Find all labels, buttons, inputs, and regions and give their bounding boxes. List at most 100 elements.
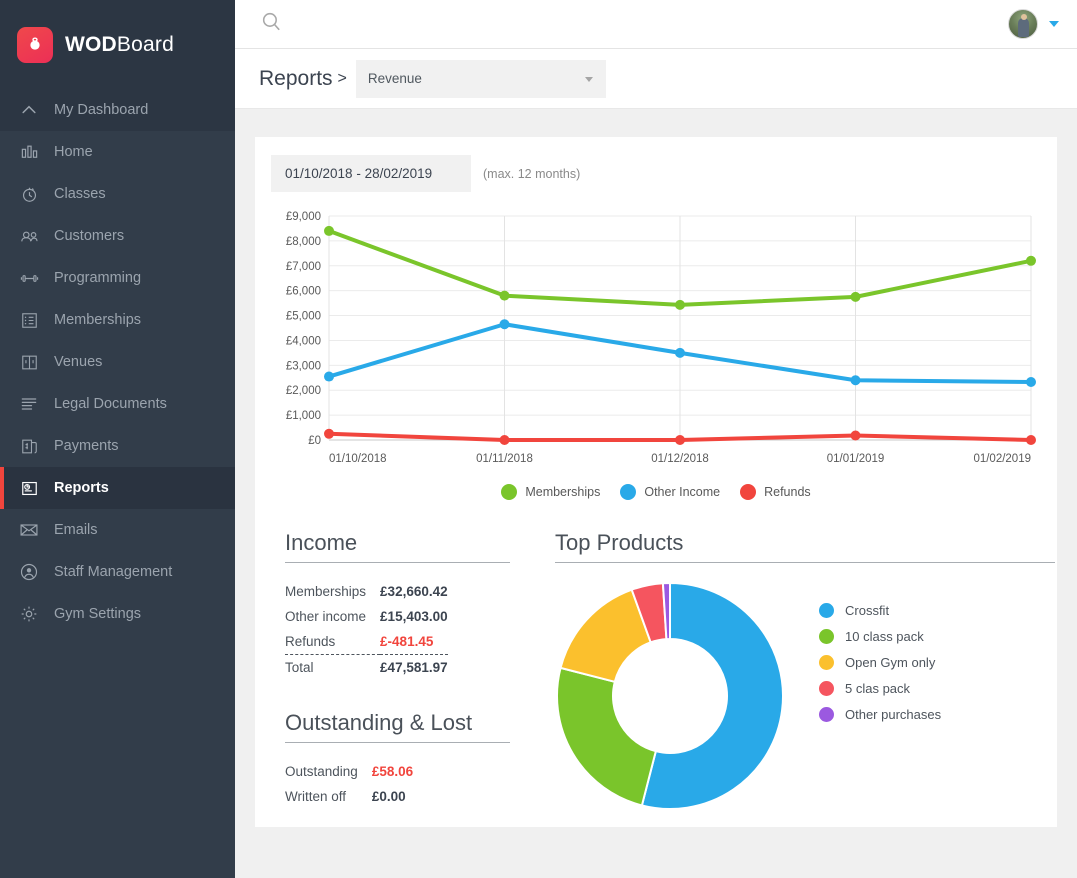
sidebar-item-payments[interactable]: Payments xyxy=(0,425,235,467)
list-card-icon xyxy=(18,309,40,331)
top-products-title: Top Products xyxy=(555,530,1055,563)
chart-y-tick-labels: £0£1,000£2,000£3,000£4,000£5,000£6,000£7… xyxy=(286,211,321,447)
document-lines-icon xyxy=(18,393,40,415)
sidebar-item-label: Customers xyxy=(54,228,124,244)
date-range-input[interactable]: 01/10/2018 - 28/02/2019 xyxy=(271,155,471,192)
data-point xyxy=(500,319,510,329)
x-tick-label: 01/11/2018 xyxy=(476,453,533,465)
legend-color-dot xyxy=(620,484,636,500)
sidebar-item-label: Gym Settings xyxy=(54,606,141,622)
sidebar-item-label: Memberships xyxy=(54,312,141,328)
x-tick-label: 01/10/2018 xyxy=(329,453,387,465)
donut-legend: Crossfit 10 class pack Open Gym only 5 clas… xyxy=(819,581,941,722)
y-tick-label: £4,000 xyxy=(286,335,321,347)
avatar[interactable] xyxy=(1008,9,1038,39)
legend-label: 5 clas pack xyxy=(845,681,910,696)
data-point xyxy=(324,226,334,236)
envelope-icon xyxy=(18,519,40,541)
row-value: £58.06 xyxy=(372,759,413,784)
sidebar-item-classes[interactable]: Classes xyxy=(0,173,235,215)
sidebar-item-customers[interactable]: Customers xyxy=(0,215,235,257)
donut-legend-item[interactable]: Open Gym only xyxy=(819,655,941,670)
chevron-up-icon xyxy=(18,99,40,121)
data-point xyxy=(500,435,510,445)
sidebar-item-label: My Dashboard xyxy=(54,102,148,118)
sidebar-item-emails[interactable]: Emails xyxy=(0,509,235,551)
brand-light: Board xyxy=(117,33,174,56)
y-tick-label: £1,000 xyxy=(286,410,321,422)
data-point xyxy=(324,429,334,439)
legend-label: Open Gym only xyxy=(845,655,935,670)
row-label: Refunds xyxy=(285,629,380,655)
invoice-icon xyxy=(18,435,40,457)
legend-color-dot xyxy=(740,484,756,500)
users-icon xyxy=(18,225,40,247)
y-tick-label: £7,000 xyxy=(286,261,321,273)
building-icon xyxy=(18,351,40,373)
y-tick-label: £6,000 xyxy=(286,286,321,298)
y-tick-label: £0 xyxy=(308,435,321,447)
donut-legend-item[interactable]: 5 clas pack xyxy=(819,681,941,696)
sidebar-item-memberships[interactable]: Memberships xyxy=(0,299,235,341)
report-pie-icon xyxy=(18,477,40,499)
x-tick-label: 01/12/2018 xyxy=(651,453,709,465)
table-row: Other income £15,403.00 xyxy=(285,604,448,629)
data-point xyxy=(1026,435,1036,445)
sidebar-item-reports[interactable]: Reports xyxy=(0,467,235,509)
legend-item[interactable]: Other Income xyxy=(620,484,720,500)
data-point xyxy=(675,300,685,310)
sidebar-item-home[interactable]: Home xyxy=(0,131,235,173)
legend-label: Memberships xyxy=(525,485,600,499)
brand-logo-block[interactable]: WODBoard xyxy=(0,0,235,89)
legend-color-dot xyxy=(819,603,834,618)
donut-legend-item[interactable]: Crossfit xyxy=(819,603,941,618)
y-tick-label: £5,000 xyxy=(286,311,321,323)
donut-slices xyxy=(557,583,783,809)
top-products-column: Top Products Crossfit 10 class pack Open G… xyxy=(541,530,1055,811)
top-bar xyxy=(235,0,1077,49)
data-point xyxy=(324,372,334,382)
row-label: Memberships xyxy=(285,579,380,604)
breadcrumb-root[interactable]: Reports xyxy=(259,67,333,91)
data-point xyxy=(1026,377,1036,387)
sidebar-item-label: Venues xyxy=(54,354,102,370)
sidebar-item-legal-documents[interactable]: Legal Documents xyxy=(0,383,235,425)
sidebar-item-staff-management[interactable]: Staff Management xyxy=(0,551,235,593)
kettlebell-icon xyxy=(17,27,53,63)
revenue-report-card: 01/10/2018 - 28/02/2019 (max. 12 months)… xyxy=(255,137,1057,827)
legend-color-dot xyxy=(819,629,834,644)
lower-panels: Income Memberships £32,660.42 Other inco… xyxy=(271,530,1041,811)
sidebar-item-my-dashboard[interactable]: My Dashboard xyxy=(0,89,235,131)
bar-chart-icon xyxy=(18,141,40,163)
sidebar-item-programming[interactable]: Programming xyxy=(0,257,235,299)
breadcrumb-separator: > xyxy=(338,70,347,88)
total-value: £47,581.97 xyxy=(380,655,448,681)
donut-legend-item[interactable]: 10 class pack xyxy=(819,629,941,644)
total-label: Total xyxy=(285,655,380,681)
legend-color-dot xyxy=(819,655,834,670)
chevron-down-icon[interactable] xyxy=(1049,21,1059,27)
sidebar-item-label: Emails xyxy=(54,522,98,538)
report-type-select[interactable]: Revenue xyxy=(356,60,606,98)
app-root: WODBoard My Dashboard Home Classes xyxy=(0,0,1077,878)
legend-color-dot xyxy=(819,681,834,696)
user-circle-icon xyxy=(18,561,40,583)
sidebar-item-label: Legal Documents xyxy=(54,396,167,412)
search-icon[interactable] xyxy=(259,9,284,39)
chart-gridlines xyxy=(329,216,1031,440)
legend-item[interactable]: Memberships xyxy=(501,484,600,500)
revenue-line-chart: £0£1,000£2,000£3,000£4,000£5,000£6,000£7… xyxy=(271,208,1041,478)
x-tick-label: 01/01/2019 xyxy=(827,453,885,465)
income-title: Income xyxy=(285,530,510,563)
legend-color-dot xyxy=(501,484,517,500)
legend-item[interactable]: Refunds xyxy=(740,484,811,500)
x-tick-label: 01/02/2019 xyxy=(973,453,1031,465)
sidebar: WODBoard My Dashboard Home Classes xyxy=(0,0,235,878)
donut-legend-item[interactable]: Other purchases xyxy=(819,707,941,722)
table-row-total: Total £47,581.97 xyxy=(285,655,448,681)
sidebar-item-venues[interactable]: Venues xyxy=(0,341,235,383)
y-tick-label: £3,000 xyxy=(286,360,321,372)
sidebar-item-gym-settings[interactable]: Gym Settings xyxy=(0,593,235,635)
brand-title: WODBoard xyxy=(65,33,174,57)
stopwatch-icon xyxy=(18,183,40,205)
